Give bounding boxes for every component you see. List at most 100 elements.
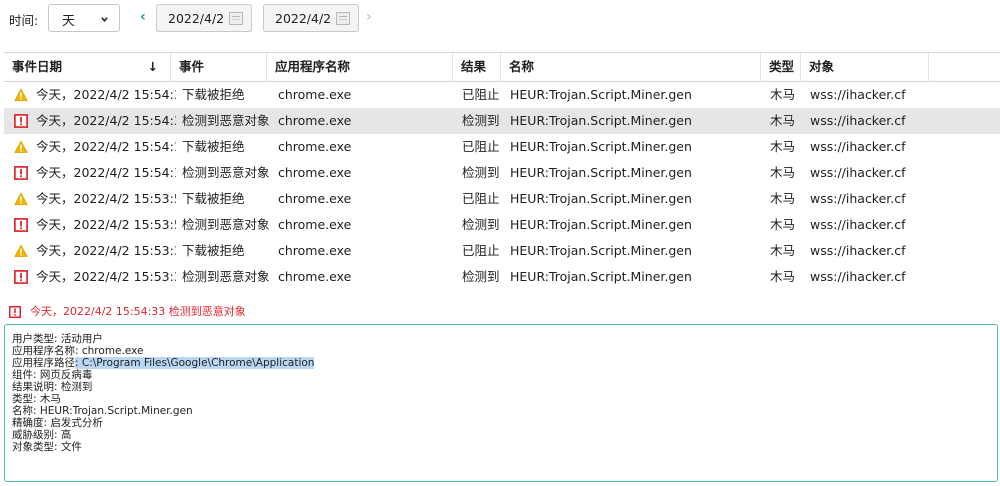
threat-name-cell: HEUR:Trojan.Script.Miner.gen [510,165,692,180]
threat-name-cell: HEUR:Trojan.Script.Miner.gen [510,87,692,102]
table-row[interactable]: 今天，2022/4/2 15:53:52 检测到恶意对象 chrome.exe 检测到… [4,212,1000,238]
sort-descending-icon: ↓ [147,59,158,74]
detail-line: 名称: HEUR:Trojan.Script.Miner.gen [12,405,997,417]
table-row[interactable]: 今天，2022/4/2 15:53:52 下载被拒绝 chrome.exe 已阻止 HE… [4,186,1000,212]
table-row[interactable]: 今天，2022/4/2 15:54:13 检测到恶意对象 chrome.exe 检测到… [4,160,1000,186]
warning-triangle-icon [14,140,28,153]
application-cell: chrome.exe [278,243,352,258]
next-date-arrow-icon[interactable]: › [366,9,372,25]
event-date-cell: 今天，2022/4/2 15:53:52 [36,191,176,206]
column-header-type[interactable]: 类型 [761,53,801,82]
detail-line-text: 类型: 木马 [12,393,61,405]
column-header-name[interactable]: 名称 [501,53,761,82]
period-select-value: 天 [62,14,76,29]
detail-line-text: 威胁级别: 高 [12,429,72,441]
result-cell: 已阻止 [462,87,500,102]
previous-date-arrow-icon[interactable]: ‹ [140,9,146,25]
start-date-field[interactable]: 2022/4/2 [156,4,252,32]
type-cell: 木马 [770,191,796,206]
detail-line: 结果说明: 检测到 [12,381,997,393]
warning-triangle-icon [14,88,28,101]
result-cell: 已阻止 [462,191,500,206]
event-date-cell: 今天，2022/4/2 15:54:33 [36,87,176,102]
events-table: 事件日期 ↓ 事件 应用程序名称 结果 名称 类型 对象 今天，2022/4/2… [4,52,1000,285]
start-date-value: 2022/4/2 [168,11,225,26]
detail-line-text: 组件: 网页反病毒 [12,369,93,381]
alert-square-icon [14,114,28,128]
event-date-cell: 今天，2022/4/2 15:54:13 [36,165,176,180]
event-date-cell: 今天，2022/4/2 15:53:32 [36,269,176,284]
event-date-cell: 今天，2022/4/2 15:53:52 [36,217,176,232]
column-header-event-date[interactable]: 事件日期 ↓ [4,53,171,82]
event-cell: 下载被拒绝 [182,191,245,206]
event-cell: 下载被拒绝 [182,243,245,258]
detail-line: 对象类型: 文件 [12,441,997,453]
table-row[interactable]: 今天，2022/4/2 15:53:32 检测到恶意对象 chrome.exe 检测到… [4,264,1000,285]
column-header-application[interactable]: 应用程序名称 [267,53,453,82]
detail-line: 组件: 网页反病毒 [12,369,997,381]
application-cell: chrome.exe [278,191,352,206]
table-row[interactable]: 今天，2022/4/2 15:54:33 下载被拒绝 chrome.exe 已阻止 HE… [4,82,1000,108]
table-header: 事件日期 ↓ 事件 应用程序名称 结果 名称 类型 对象 [4,53,1000,82]
detail-line: 精确度: 启发式分析 [12,417,997,429]
type-cell: 木马 [770,269,796,284]
column-header-object[interactable]: 对象 [801,53,929,82]
event-detail-panel[interactable]: 用户类型: 活动用户 应用程序名称: chrome.exe 应用程序路径: C:\P… [4,324,998,482]
event-date-cell: 今天，2022/4/2 15:54:33 [36,113,176,128]
end-date-value: 2022/4/2 [275,11,332,26]
application-cell: chrome.exe [278,217,352,232]
warning-triangle-icon [14,244,28,257]
type-cell: 木马 [770,165,796,180]
end-date-field[interactable]: 2022/4/2 [263,4,359,32]
column-header-event[interactable]: 事件 [171,53,267,82]
application-cell: chrome.exe [278,269,352,284]
type-cell: 木马 [770,139,796,154]
object-cell: wss://ihacker.cf [810,165,906,180]
threat-name-cell: HEUR:Trojan.Script.Miner.gen [510,243,692,258]
detail-line-text: 精确度: 启发式分析 [12,417,103,429]
threat-name-cell: HEUR:Trojan.Script.Miner.gen [510,191,692,206]
event-cell: 下载被拒绝 [182,87,245,102]
time-label: 时间: [9,13,39,28]
threat-name-cell: HEUR:Trojan.Script.Miner.gen [510,217,692,232]
application-cell: chrome.exe [278,139,352,154]
event-cell: 检测到恶意对象 [182,217,270,232]
result-cell: 检测到 [462,165,500,180]
time-filter-bar: 时间: 天 ‹ 2022/4/2 2022/4/2 › [0,0,1000,36]
alert-square-icon [14,270,28,284]
detail-line-text: 对象类型: 文件 [12,441,82,453]
column-header-label: 事件日期 [12,59,63,74]
result-cell: 检测到 [462,217,500,232]
detail-line: 类型: 木马 [12,393,997,405]
object-cell: wss://ihacker.cf [810,139,906,154]
chevron-down-icon [101,17,108,23]
detail-line: 应用程序路径: C:\Program Files\Google\Chrome\A… [12,357,997,369]
table-row[interactable]: 今天，2022/4/2 15:54:33 检测到恶意对象 chrome.exe 检测到… [4,108,1000,134]
warning-triangle-icon [14,192,28,205]
table-row[interactable]: 今天，2022/4/2 15:54:13 下载被拒绝 chrome.exe 已阻止 HE… [4,134,1000,160]
application-cell: chrome.exe [278,87,352,102]
calendar-icon[interactable] [336,12,350,25]
detail-line-text: 应用程序路径 [12,357,75,369]
event-date-cell: 今天，2022/4/2 15:53:32 [36,243,176,258]
object-cell: wss://ihacker.cf [810,217,906,232]
threat-name-cell: HEUR:Trojan.Script.Miner.gen [510,139,692,154]
alert-square-icon [14,166,28,180]
calendar-icon[interactable] [229,12,243,25]
period-select[interactable]: 天 [48,4,120,32]
event-cell: 检测到恶意对象 [182,165,270,180]
type-cell: 木马 [770,217,796,232]
application-cell: chrome.exe [278,113,352,128]
event-cell: 检测到恶意对象 [182,113,270,128]
detail-line: 用户类型: 活动用户 [12,333,997,345]
alert-square-icon [14,218,28,232]
threat-name-cell: HEUR:Trojan.Script.Miner.gen [510,269,692,284]
detail-line-text: 用户类型: 活动用户 [12,333,103,345]
detail-title-text: 今天，2022/4/2 15:54:33 检测到恶意对象 [30,305,246,318]
column-header-result[interactable]: 结果 [453,53,501,82]
table-row[interactable]: 今天，2022/4/2 15:53:32 下载被拒绝 chrome.exe 已阻止 HE… [4,238,1000,264]
object-cell: wss://ihacker.cf [810,113,906,128]
alert-square-icon [9,306,21,318]
event-date-cell: 今天，2022/4/2 15:54:13 [36,139,176,154]
object-cell: wss://ihacker.cf [810,269,906,284]
